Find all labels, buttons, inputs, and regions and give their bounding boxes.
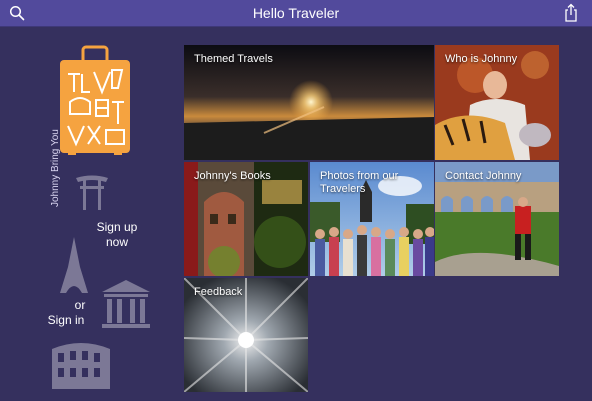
tile-feedback[interactable]: Feedback — [184, 278, 308, 392]
sign-up-link[interactable]: Sign up now — [88, 220, 146, 250]
tile-who-is-johnny[interactable]: Who is Johnny — [435, 45, 559, 160]
tile-johnnys-books[interactable]: Johnny's Books — [184, 162, 308, 276]
suitcase-logo — [60, 45, 130, 155]
sign-up-label: Sign up — [96, 220, 138, 234]
tile-label: Feedback — [194, 286, 243, 298]
tile-contact-johnny[interactable]: Contact Johnny — [435, 162, 559, 276]
sign-up-label-now: now — [105, 235, 128, 249]
tile-themed-travels[interactable]: Themed Travels — [184, 45, 434, 160]
tile-label: Johnny's Books — [194, 170, 271, 182]
eiffel-tower-icon — [60, 237, 88, 293]
torii-gate-icon — [76, 175, 108, 210]
page-title: Hello Traveler — [252, 5, 340, 21]
sign-in-link[interactable]: Sign in — [40, 313, 92, 327]
share-icon[interactable] — [564, 3, 578, 23]
tile-label: Themed Travels — [194, 53, 273, 65]
sidebar: Johnny Bring You Sign up now or Sign in — [0, 27, 183, 401]
tile-label: Photos from our Travelers — [320, 170, 399, 195]
tile-label: Contact Johnny — [445, 170, 522, 182]
colosseum-icon — [52, 343, 110, 389]
tile-photos-from-travelers[interactable]: Photos from our Travelers — [310, 162, 434, 276]
tile-label: Who is Johnny — [445, 53, 518, 65]
or-label: or — [74, 298, 86, 312]
greek-temple-icon — [102, 280, 150, 328]
top-bar: Hello Traveler — [0, 0, 592, 27]
